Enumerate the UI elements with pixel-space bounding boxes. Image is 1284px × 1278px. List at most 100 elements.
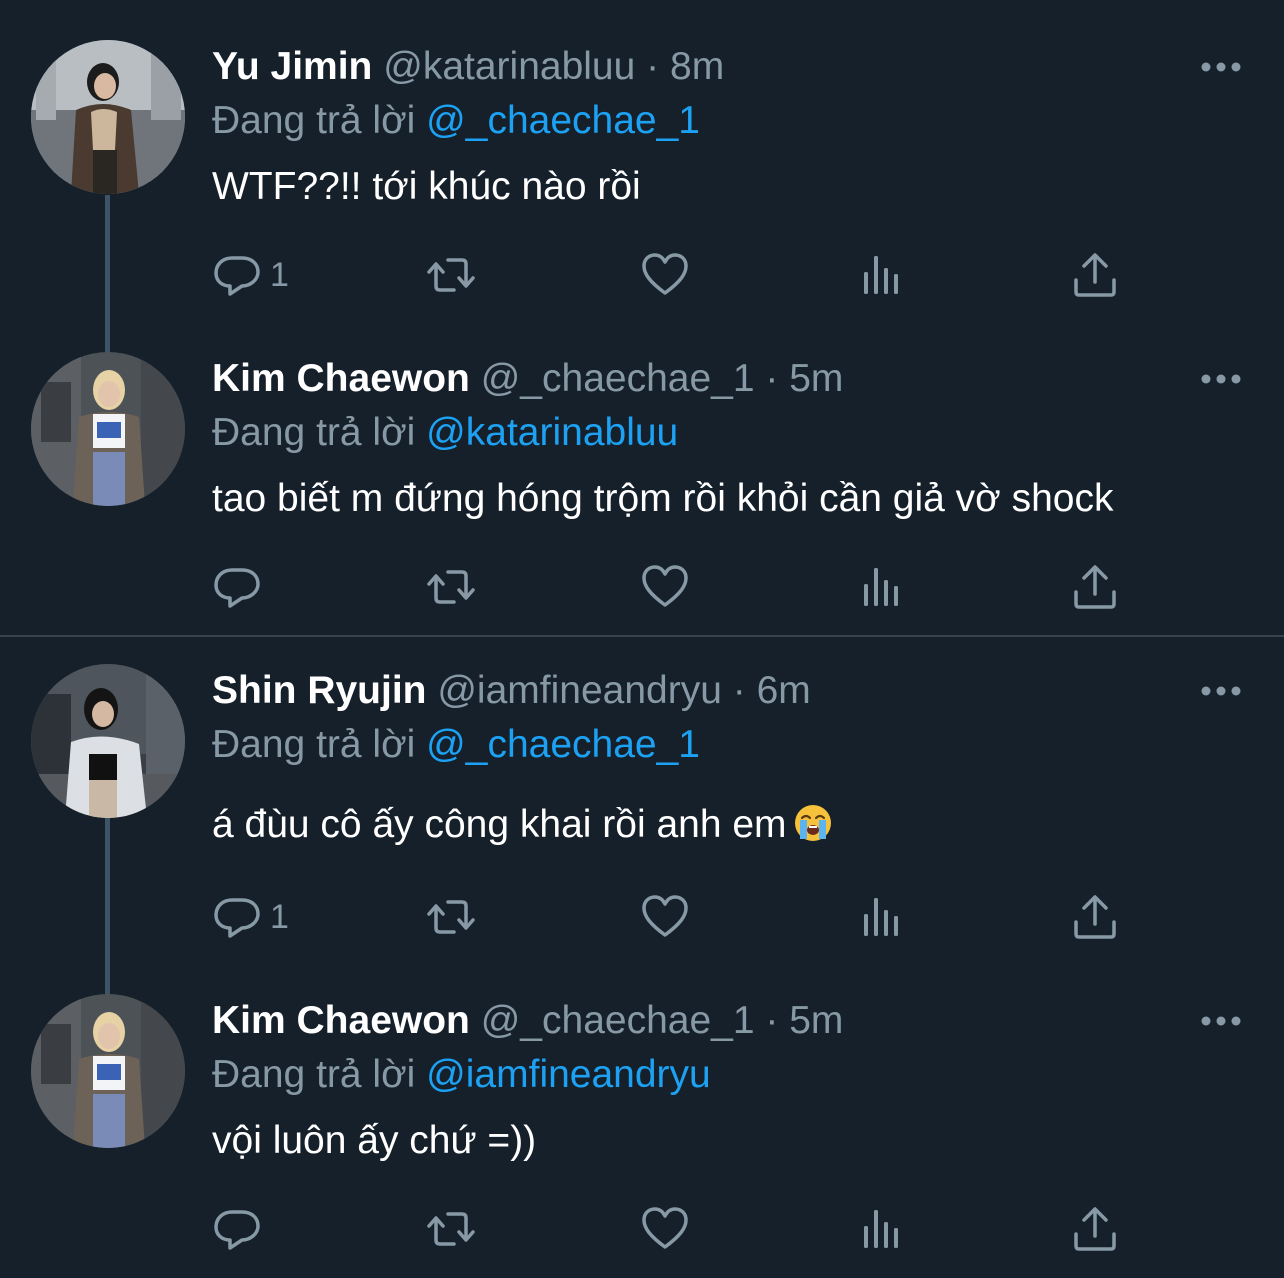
reply-button[interactable]: 1 <box>212 245 289 305</box>
retweet-button[interactable] <box>426 1199 476 1259</box>
heart-icon <box>642 565 688 607</box>
replying-to: Đang trả lời @iamfineandryu <box>212 1048 711 1102</box>
share-button[interactable] <box>1070 245 1120 305</box>
action-bar: 1 <box>212 887 1212 947</box>
avatar[interactable] <box>31 40 185 194</box>
tweet[interactable]: Shin Ryujin @iamfineandryu · 6m Đang trả… <box>0 664 1284 954</box>
views-button[interactable] <box>856 557 906 617</box>
thread-divider <box>0 635 1284 637</box>
retweet-button[interactable] <box>426 557 476 617</box>
replying-to: Đang trả lời @_chaechae_1 <box>212 718 700 772</box>
action-bar <box>212 557 1212 617</box>
avatar[interactable] <box>31 664 185 818</box>
analytics-icon <box>864 898 898 936</box>
replying-to-label: Đang trả lời <box>212 723 416 766</box>
avatar[interactable] <box>31 994 185 1148</box>
share-icon <box>1074 895 1116 939</box>
retweet-icon <box>427 900 475 934</box>
tweet-text-container: á đùu cô ấy công khai rồi anh em <box>212 798 833 852</box>
reply-icon <box>214 1210 260 1250</box>
share-icon <box>1074 1207 1116 1251</box>
retweet-icon <box>427 570 475 604</box>
like-button[interactable] <box>640 557 690 617</box>
tweet-text: tao biết m đứng hóng trộm rồi khỏi cần g… <box>212 477 1114 520</box>
reply-button[interactable]: 1 <box>212 887 289 947</box>
user-handle[interactable]: @iamfineandryu <box>437 669 722 712</box>
views-button[interactable] <box>856 1199 906 1259</box>
analytics-icon <box>864 568 898 606</box>
user-handle[interactable]: @_chaechae_1 <box>481 357 755 400</box>
separator-dot: · <box>765 999 779 1042</box>
tweet-text: WTF??!! tới khúc nào rồi <box>212 165 641 208</box>
retweet-icon <box>427 258 475 292</box>
heart-icon <box>642 895 688 937</box>
more-options-button[interactable] <box>1196 676 1246 706</box>
action-bar: 1 <box>212 245 1212 305</box>
tweet-header: Shin Ryujin @iamfineandryu · 6m <box>212 664 811 718</box>
user-handle[interactable]: @_chaechae_1 <box>481 999 755 1042</box>
display-name[interactable]: Shin Ryujin <box>212 669 427 712</box>
replying-to-label: Đang trả lời <box>212 411 416 454</box>
share-icon <box>1074 253 1116 297</box>
replying-to-label: Đang trả lời <box>212 99 416 142</box>
separator-dot: · <box>646 45 660 88</box>
replying-to: Đang trả lời @_chaechae_1 <box>212 94 700 148</box>
reply-mention-link[interactable]: @_chaechae_1 <box>426 723 700 766</box>
reply-mention-link[interactable]: @_chaechae_1 <box>426 99 700 142</box>
tweet-text: á đùu cô ấy công khai rồi anh em <box>212 803 787 846</box>
share-icon <box>1074 565 1116 609</box>
share-button[interactable] <box>1070 557 1120 617</box>
reply-button[interactable] <box>212 557 270 617</box>
tweet-header: Kim Chaewon @_chaechae_1 · 5m <box>212 352 843 406</box>
reply-mention-link[interactable]: @katarinabluu <box>426 411 678 454</box>
heart-icon <box>642 253 688 295</box>
separator-dot: · <box>765 357 779 400</box>
reply-button[interactable] <box>212 1199 270 1259</box>
user-handle[interactable]: @katarinabluu <box>383 45 635 88</box>
display-name[interactable]: Yu Jimin <box>212 45 372 88</box>
more-options-button[interactable] <box>1196 1006 1246 1036</box>
tweet[interactable]: Kim Chaewon @_chaechae_1 · 5m Đang trả l… <box>0 994 1284 1264</box>
share-button[interactable] <box>1070 1199 1120 1259</box>
display-name[interactable]: Kim Chaewon <box>212 999 470 1042</box>
tweet[interactable]: Yu Jimin @katarinabluu · 8m Đang trả lời… <box>0 40 1284 310</box>
action-bar <box>212 1199 1212 1259</box>
reply-icon <box>214 256 260 296</box>
tweet[interactable]: Kim Chaewon @_chaechae_1 · 5m Đang trả l… <box>0 352 1284 622</box>
tweet-text: vội luôn ấy chứ =)) <box>212 1119 537 1162</box>
reply-count: 1 <box>270 897 289 936</box>
separator-dot: · <box>732 669 746 712</box>
share-button[interactable] <box>1070 887 1120 947</box>
analytics-icon <box>864 1210 898 1248</box>
like-button[interactable] <box>640 1199 690 1259</box>
timestamp[interactable]: 8m <box>670 45 724 88</box>
reply-icon <box>214 898 260 938</box>
more-icon <box>1201 374 1241 384</box>
tweet-header: Yu Jimin @katarinabluu · 8m <box>212 40 724 94</box>
reply-mention-link[interactable]: @iamfineandryu <box>426 1053 711 1096</box>
like-button[interactable] <box>640 245 690 305</box>
heart-icon <box>642 1207 688 1249</box>
more-options-button[interactable] <box>1196 364 1246 394</box>
views-button[interactable] <box>856 245 906 305</box>
reply-count: 1 <box>270 255 289 294</box>
retweet-button[interactable] <box>426 887 476 947</box>
avatar[interactable] <box>31 352 185 506</box>
replying-to-label: Đang trả lời <box>212 1053 416 1096</box>
views-button[interactable] <box>856 887 906 947</box>
timestamp[interactable]: 5m <box>789 357 843 400</box>
loudly-crying-face-emoji <box>794 805 831 841</box>
more-icon <box>1201 1016 1241 1026</box>
more-icon <box>1201 62 1241 72</box>
tweet-header: Kim Chaewon @_chaechae_1 · 5m <box>212 994 843 1048</box>
retweet-icon <box>427 1212 475 1246</box>
like-button[interactable] <box>640 887 690 947</box>
analytics-icon <box>864 256 898 294</box>
replying-to: Đang trả lời @katarinabluu <box>212 406 678 460</box>
retweet-button[interactable] <box>426 245 476 305</box>
more-options-button[interactable] <box>1196 52 1246 82</box>
display-name[interactable]: Kim Chaewon <box>212 357 470 400</box>
timestamp[interactable]: 6m <box>757 669 811 712</box>
timestamp[interactable]: 5m <box>789 999 843 1042</box>
reply-icon <box>214 568 260 608</box>
